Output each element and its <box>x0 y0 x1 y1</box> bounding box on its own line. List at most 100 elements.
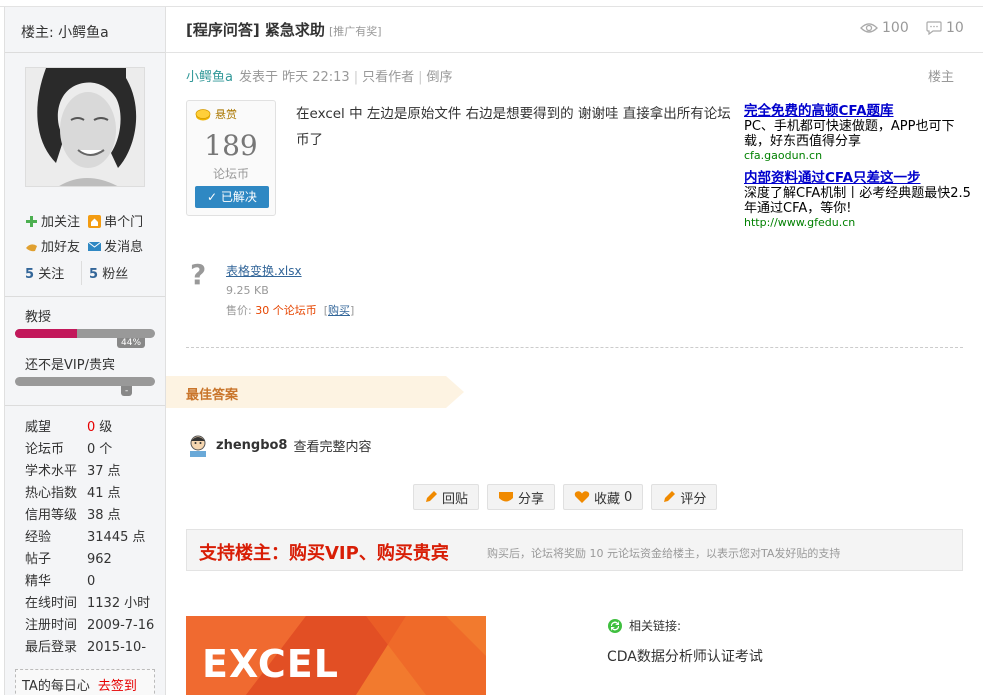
stat-number: 0 <box>87 574 96 589</box>
excel-ad-banner[interactable]: EXCEL <box>186 616 486 695</box>
view-count: 100 <box>860 20 909 36</box>
stat-key: 论坛币 <box>25 442 65 457</box>
support-note: 购买后，论坛将奖励 10 元论坛资金给楼主，以表示您对TA发好贴的支持 <box>487 547 841 560</box>
best-answer-banner: 最佳答案 <box>166 376 464 408</box>
follow-link[interactable]: 加关注 <box>41 215 80 230</box>
reply-label: 回贴 <box>442 491 469 507</box>
home-icon <box>88 212 102 228</box>
pencil-icon <box>426 491 437 502</box>
stat-value: 38 点 <box>87 505 121 527</box>
ad-title[interactable]: 内部资料通过CFA只差这一步 <box>744 166 974 186</box>
avatar[interactable] <box>25 67 145 187</box>
views-number: 100 <box>882 20 909 36</box>
share-button[interactable]: 分享 <box>487 484 556 510</box>
price-amount: 30 个论坛币 <box>255 304 317 317</box>
checkin-link[interactable]: 去签到 <box>98 679 137 694</box>
stat-value: 0 <box>87 571 99 593</box>
avatar-image <box>26 68 144 186</box>
stat-key: 精华 <box>25 574 52 589</box>
support-bar[interactable]: 支持楼主：购买VIP、购买贵宾 购买后，论坛将奖励 10 元论坛资金给楼主，以表… <box>186 529 963 571</box>
only-author-link[interactable]: 只看作者 <box>362 70 414 85</box>
send-message-link[interactable]: 发消息 <box>104 240 143 255</box>
check-icon: ✓ <box>207 190 221 204</box>
ad-item[interactable]: 完全免费的高顿CFA题库 PC、手机都可快速做题，APP也可下载，好东西值得分享… <box>744 99 974 162</box>
solved-label: 已解决 <box>220 190 257 204</box>
op-header: 楼主: 小鳄鱼a <box>5 7 165 53</box>
ad-title[interactable]: 完全免费的高顿CFA题库 <box>744 99 974 119</box>
stat-value: 0个 <box>87 439 112 461</box>
stat-row: 经验 31445 点 <box>25 527 158 549</box>
price-prefix: 售价: <box>226 304 256 317</box>
best-answer-user: zhengbo8 查看完整内容 <box>186 433 372 457</box>
follow-stats: 5 关注 5 粉丝 <box>25 261 165 285</box>
related-link[interactable]: CDA数据分析师认证考试 <box>607 646 763 666</box>
rank-progress-fill <box>15 329 77 338</box>
fans-stat[interactable]: 5 粉丝 <box>89 263 128 282</box>
stat-row: 帖子 962 <box>25 549 158 571</box>
stat-value: 41 点 <box>87 483 121 505</box>
buy-link[interactable]: 购买 <box>328 304 350 317</box>
stat-key: 威望 <box>25 420 52 435</box>
reverse-order-link[interactable]: 倒序 <box>427 70 453 85</box>
promo-tag[interactable]: [推广有奖] <box>329 25 382 38</box>
vip-label: 还不是VIP/贵宾 <box>25 358 115 373</box>
support-headline[interactable]: 支持楼主：购买VIP、购买贵宾 <box>199 539 449 565</box>
rank-label: 教授 <box>25 310 52 325</box>
post-time: 发表于 昨天 22:13 <box>238 70 350 85</box>
solved-button[interactable]: ✓ 已解决 <box>195 186 269 208</box>
stat-value: 2009-7-16 <box>87 615 158 637</box>
stat-number: 38 <box>87 508 104 523</box>
stat-unit: 小时 <box>124 596 151 611</box>
stat-value: 2015-10- <box>87 637 150 659</box>
stat-value: 0级 <box>87 417 112 439</box>
add-friend-link[interactable]: 加好友 <box>41 240 80 255</box>
stat-value: 37 点 <box>87 461 121 483</box>
stat-row: 在线时间 1132 小时 <box>25 593 158 615</box>
following-stat[interactable]: 5 关注 <box>25 267 64 282</box>
mail-icon <box>87 237 102 251</box>
dashed-divider <box>186 347 963 348</box>
stat-key: 信用等级 <box>25 508 78 523</box>
share-icon <box>499 492 514 502</box>
thread-title-text: [程序问答] 紧急求助 <box>186 21 325 39</box>
floor-label: 楼主 <box>928 70 955 85</box>
attachment-filename[interactable]: 表格变换.xlsx <box>226 262 302 279</box>
user-avatar-icon[interactable] <box>186 433 210 457</box>
vip-progress-bar <box>15 377 155 386</box>
reward-title: 悬赏 <box>195 106 237 122</box>
following-count: 5 <box>25 267 35 282</box>
stat-unit: 级 <box>99 420 113 435</box>
stat-number: 37 <box>87 464 104 479</box>
reward-title-text: 悬赏 <box>215 108 237 121</box>
stat-key: 热心指数 <box>25 486 78 501</box>
stat-key: 最后登录 <box>25 640 78 655</box>
best-answer-username[interactable]: zhengbo8 <box>216 438 287 453</box>
stat-row: 热心指数 41 点 <box>25 483 158 505</box>
stat-number: 0 <box>87 442 96 457</box>
ad-description: 深度了解CFA机制丨必考经典题最快2.5年通过CFA，等你! <box>744 186 971 216</box>
refresh-icon <box>608 618 622 633</box>
stat-number: 41 <box>87 486 104 501</box>
favorite-button[interactable]: 收藏 0 <box>563 484 644 510</box>
fans-label: 粉丝 <box>102 267 129 282</box>
favorite-label: 收藏 <box>594 491 621 507</box>
visit-link[interactable]: 串个门 <box>104 215 143 230</box>
post-author[interactable]: 小鳄鱼a <box>186 70 233 85</box>
stat-unit: 点 <box>107 464 121 479</box>
reply-button[interactable]: 回贴 <box>413 484 480 510</box>
rate-label: 评分 <box>680 491 707 507</box>
stat-value: 962 <box>87 549 116 571</box>
ad-item[interactable]: 内部资料通过CFA只差这一步 深度了解CFA机制丨必考经典题最快2.5年通过CF… <box>744 166 974 229</box>
favorite-count: 0 <box>624 489 633 505</box>
checkin-text: TA的每日心 <box>22 679 90 694</box>
thread-title: [程序问答] 紧急求助 [推广有奖] <box>186 19 382 40</box>
fans-count: 5 <box>89 267 99 282</box>
rate-button[interactable]: 评分 <box>651 484 718 510</box>
stat-value: 1132 小时 <box>87 593 150 615</box>
op-label: 楼主: 小鳄鱼a <box>21 25 109 41</box>
view-full-content[interactable]: 查看完整内容 <box>293 436 371 455</box>
reward-unit: 论坛币 <box>212 167 249 181</box>
stat-key: 经验 <box>25 530 52 545</box>
stat-number: 2015-10- <box>87 640 147 655</box>
plus-icon <box>25 212 38 227</box>
